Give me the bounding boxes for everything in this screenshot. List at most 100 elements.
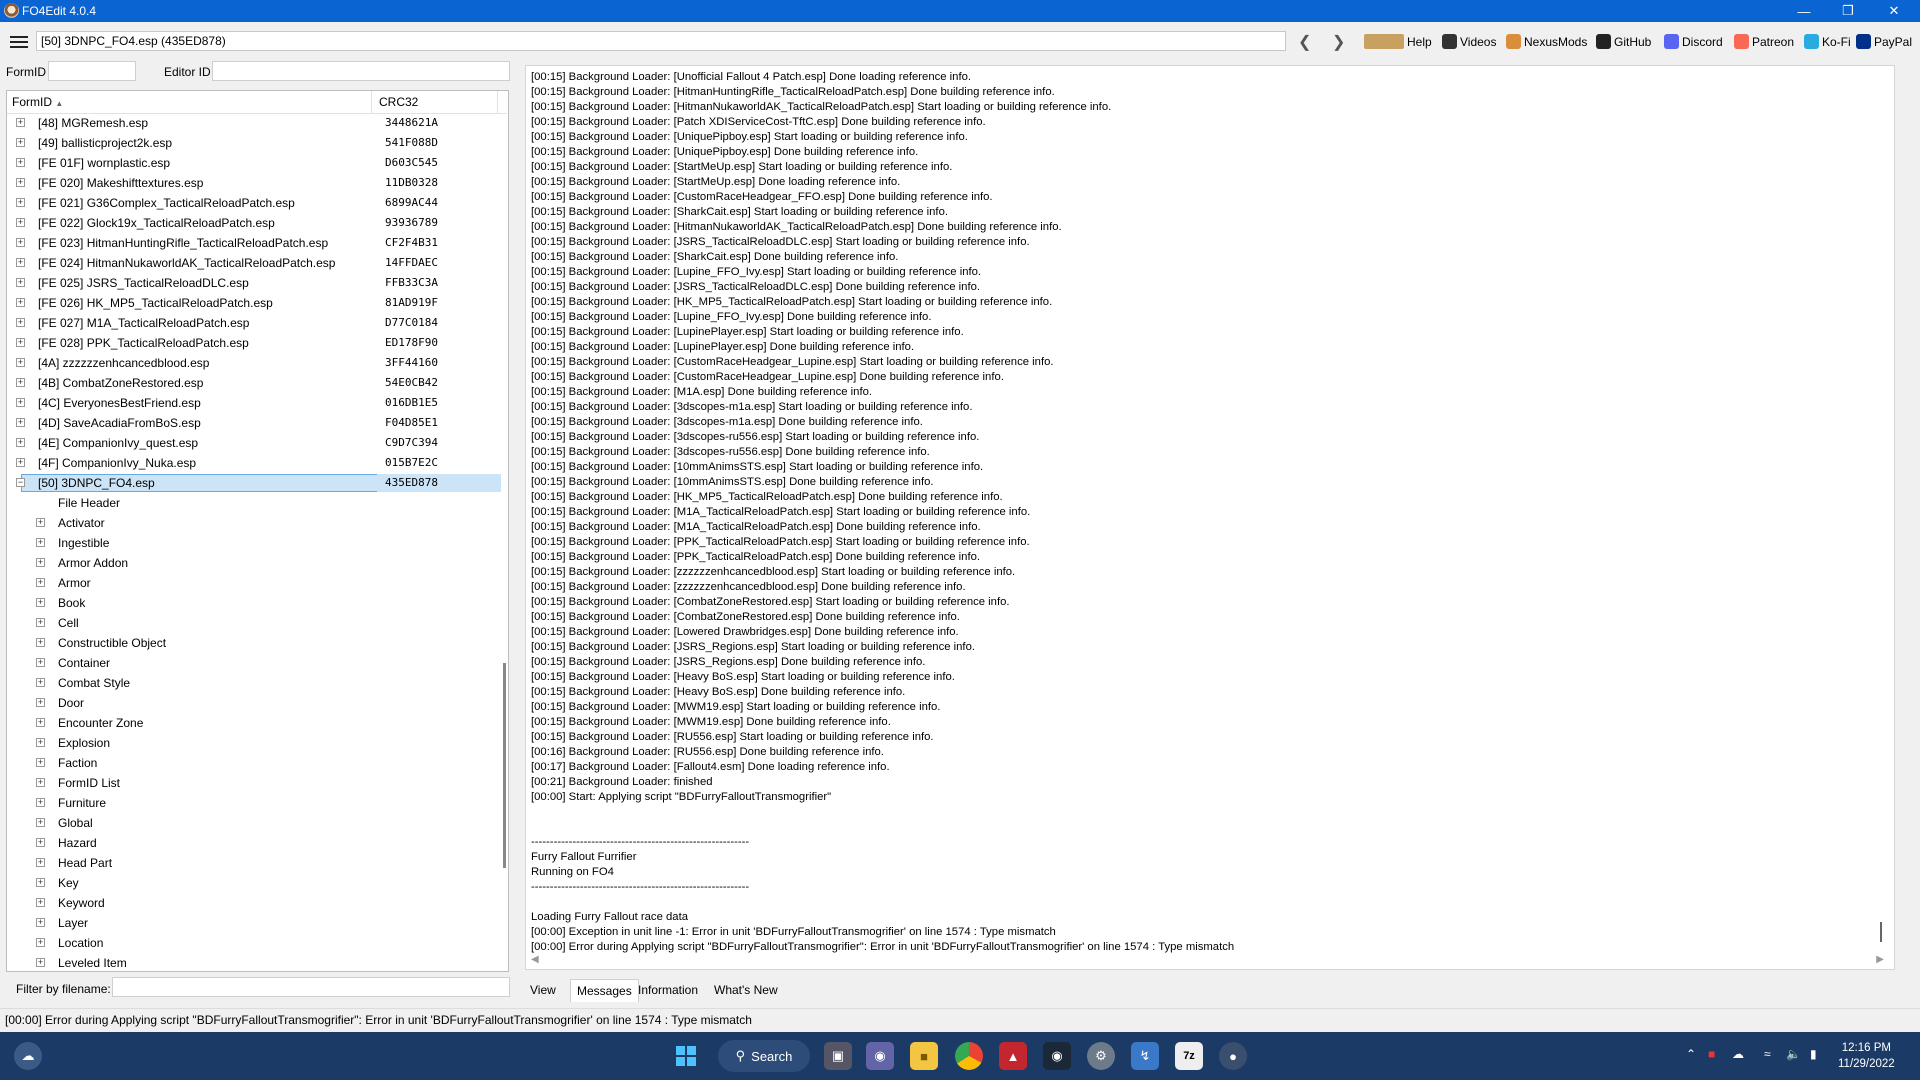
tree-row-group[interactable]: + Head Part <box>7 853 497 873</box>
expand-icon[interactable]: + <box>16 358 25 367</box>
expand-icon[interactable]: + <box>36 538 45 547</box>
expand-icon[interactable]: + <box>36 938 45 947</box>
expand-icon[interactable]: + <box>16 398 25 407</box>
tree-row-plugin[interactable]: + [FE 025] JSRS_TacticalReloadDLC.esp FFB3… <box>7 273 497 293</box>
tree-row-plugin[interactable]: + [FE 021] G36Complex_TacticalReloadPatch… <box>7 193 497 213</box>
log-scroll-thumb[interactable] <box>1880 922 1882 942</box>
scroll-right-icon[interactable]: ▶ <box>1876 954 1884 965</box>
tree-row-group[interactable]: + Ingestible <box>7 533 497 553</box>
expand-icon[interactable]: + <box>16 318 25 327</box>
tree-row-group[interactable]: + Hazard <box>7 833 497 853</box>
tree-row-group[interactable]: + Keyword <box>7 893 497 913</box>
toolbar-link-patreon[interactable]: Patreon <box>1734 34 1794 49</box>
expand-icon[interactable]: + <box>36 898 45 907</box>
record-tree[interactable]: FormID ▲ CRC32 + [48] MGRemesh.esp 3448621… <box>6 90 509 972</box>
expand-icon[interactable]: + <box>16 298 25 307</box>
tree-row-plugin[interactable]: + [4D] SaveAcadiaFromBoS.esp F04D85E1 <box>7 413 497 433</box>
expand-icon[interactable]: + <box>16 178 25 187</box>
restore-button[interactable]: ❐ <box>1826 0 1870 22</box>
tree-row-file-header[interactable]: File Header <box>7 493 497 513</box>
tree-row-plugin[interactable]: + [4E] CompanionIvy_quest.esp C9D7C394 <box>7 433 497 453</box>
settings-gear-icon[interactable]: ⚙ <box>1087 1042 1115 1070</box>
toolbar-link-discord[interactable]: Discord <box>1664 34 1723 49</box>
tree-row-group[interactable]: + Book <box>7 593 497 613</box>
tree-row-plugin[interactable]: + [4C] EveryonesBestFriend.esp 016DB1E5 <box>7 393 497 413</box>
editorid-filter-input[interactable] <box>212 61 510 81</box>
forward-arrow-icon[interactable]: ❯ <box>1332 32 1345 52</box>
expand-icon[interactable]: + <box>16 238 25 247</box>
expand-icon[interactable]: + <box>16 338 25 347</box>
expand-icon[interactable]: + <box>16 278 25 287</box>
expand-icon[interactable]: + <box>16 258 25 267</box>
tree-row-plugin[interactable]: + [FE 023] HitmanHuntingRifle_TacticalRel… <box>7 233 497 253</box>
tree-row-group[interactable]: + Location <box>7 933 497 953</box>
expand-icon[interactable]: + <box>16 158 25 167</box>
crc32-column-header[interactable]: CRC32 <box>379 95 418 109</box>
formid-filter-input[interactable] <box>48 61 136 81</box>
game-app-icon[interactable]: ▲ <box>999 1042 1027 1070</box>
expand-icon[interactable]: + <box>16 378 25 387</box>
expand-icon[interactable]: + <box>36 758 45 767</box>
tree-row-group[interactable]: + Container <box>7 653 497 673</box>
tree-row-plugin[interactable]: + [FE 024] HitmanNukaworldAK_TacticalRelo… <box>7 253 497 273</box>
tree-row-group[interactable]: + Combat Style <box>7 673 497 693</box>
tree-row-group[interactable]: + Faction <box>7 753 497 773</box>
tree-row-group[interactable]: + Furniture <box>7 793 497 813</box>
expand-icon[interactable]: + <box>36 558 45 567</box>
expand-icon[interactable]: + <box>16 418 25 427</box>
expand-icon[interactable]: + <box>36 718 45 727</box>
expand-icon[interactable]: + <box>16 198 25 207</box>
menu-icon[interactable] <box>10 36 28 48</box>
minimize-button[interactable]: — <box>1782 0 1826 22</box>
chrome-icon[interactable] <box>955 1042 983 1070</box>
tree-row-plugin[interactable]: + [FE 028] PPK_TacticalReloadPatch.esp ED1… <box>7 333 497 353</box>
tree-row-plugin[interactable]: + [48] MGRemesh.esp 3448621A <box>7 113 497 133</box>
tree-row-plugin[interactable]: + [FE 020] Makeshifttextures.esp 11DB0328 <box>7 173 497 193</box>
formid-column-header[interactable]: FormID ▲ <box>12 95 63 109</box>
toolbar-link-github[interactable]: GitHub <box>1596 34 1651 49</box>
onedrive-icon[interactable]: ☁ <box>1732 1047 1744 1061</box>
expand-icon[interactable]: + <box>16 218 25 227</box>
expand-icon[interactable]: + <box>36 878 45 887</box>
expand-icon[interactable]: + <box>16 458 25 467</box>
tree-row-group[interactable]: + Key <box>7 873 497 893</box>
tree-row-group[interactable]: + Constructible Object <box>7 633 497 653</box>
expand-icon[interactable]: + <box>36 658 45 667</box>
expand-icon[interactable]: + <box>36 738 45 747</box>
widgets-icon[interactable]: ☁ <box>14 1042 42 1070</box>
expand-icon[interactable]: + <box>16 118 25 127</box>
tab-information[interactable]: Information <box>634 981 702 999</box>
expand-icon[interactable]: + <box>36 958 45 967</box>
expand-icon[interactable]: + <box>36 778 45 787</box>
tab-view[interactable]: View <box>526 981 560 999</box>
expand-icon[interactable]: + <box>16 138 25 147</box>
expand-icon[interactable]: + <box>36 858 45 867</box>
tree-row-group[interactable]: + Encounter Zone <box>7 713 497 733</box>
tree-row-group[interactable]: + Activator <box>7 513 497 533</box>
collapse-icon[interactable]: − <box>16 478 25 487</box>
volume-icon[interactable]: 🔈 <box>1786 1047 1801 1061</box>
tree-scroll-thumb[interactable] <box>503 663 506 868</box>
mod-manager-icon[interactable]: ↯ <box>1131 1042 1159 1070</box>
toolbar-link-videos[interactable]: Videos <box>1442 34 1496 49</box>
tab-whats-new[interactable]: What's New <box>710 981 782 999</box>
tree-row-group[interactable]: + Armor Addon <box>7 553 497 573</box>
toolbar-link-help[interactable]: Help <box>1364 34 1432 49</box>
tree-row-plugin[interactable]: + [FE 01F] wornplastic.esp D603C545 <box>7 153 497 173</box>
expand-icon[interactable]: + <box>36 598 45 607</box>
tree-row-group[interactable]: + Explosion <box>7 733 497 753</box>
tree-row-plugin[interactable]: + [FE 027] M1A_TacticalReloadPatch.esp D77… <box>7 313 497 333</box>
expand-icon[interactable]: + <box>36 678 45 687</box>
expand-icon[interactable]: + <box>36 638 45 647</box>
tree-row-plugin[interactable]: + [4B] CombatZoneRestored.esp 54E0CB42 <box>7 373 497 393</box>
tree-row-group[interactable]: + Cell <box>7 613 497 633</box>
toolbar-link-ko-fi[interactable]: Ko-Fi <box>1804 34 1851 49</box>
file-explorer-icon[interactable]: ■ <box>910 1042 938 1070</box>
battery-icon[interactable]: ▮ <box>1810 1047 1817 1061</box>
expand-icon[interactable]: + <box>36 798 45 807</box>
toolbar-link-paypal[interactable]: PayPal <box>1856 34 1912 49</box>
tree-row-plugin[interactable]: + [4A] zzzzzzenhcancedblood.esp 3FF44160 <box>7 353 497 373</box>
tree-row-plugin[interactable]: + [4F] CompanionIvy_Nuka.esp 015B7E2C <box>7 453 497 473</box>
clock[interactable]: 12:16 PM 11/29/2022 <box>1838 1040 1895 1072</box>
expand-icon[interactable]: + <box>36 838 45 847</box>
